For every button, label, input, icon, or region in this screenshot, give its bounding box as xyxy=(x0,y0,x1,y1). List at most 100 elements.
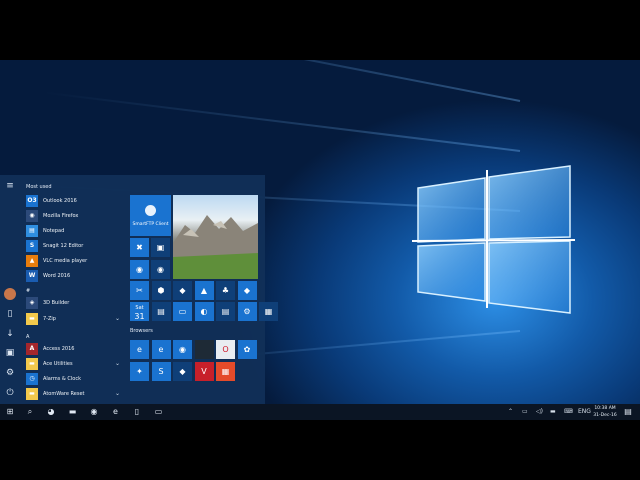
vlc-icon: ▲ xyxy=(26,255,38,267)
tile-app-row2-1[interactable]: ◉ xyxy=(130,260,149,279)
snagit-icon: S xyxy=(26,240,38,252)
app-list-item[interactable]: ◉ Mozilla Firefox xyxy=(26,210,122,223)
section-header-a: A xyxy=(26,334,30,340)
smartftp-label: SmartFTP Client xyxy=(132,222,169,227)
app-list-item[interactable]: ▬ AtomWare Reset ⌄ xyxy=(26,388,122,401)
smartftp-tile[interactable]: SmartFTP Client xyxy=(130,195,171,236)
word-icon: W xyxy=(26,270,38,282)
app-list-item[interactable]: ▲ VLC media player xyxy=(26,255,122,268)
tray-icon[interactable]: ▬ xyxy=(550,408,556,416)
brow2-tile[interactable]: V xyxy=(194,362,214,381)
start-button-icon[interactable]: ⊞ xyxy=(4,406,16,418)
row4-tile[interactable]: ▤ xyxy=(216,302,235,321)
access-icon: A xyxy=(26,343,38,355)
3d-builder-icon: ◈ xyxy=(26,297,38,309)
search-icon[interactable]: ⌕ xyxy=(24,406,36,418)
start-rail: ≡ ▯ ↓ ▣ ⚙ ⏻ xyxy=(0,175,20,404)
taskbar: ⊞ ⌕ ◕ ▬ ◉ e ▯ ▭ ⌃ ▭ ◁) ▬ ⌨ ENG 10:38 AM 31-Dec-16… xyxy=(0,404,640,420)
brow1-tile[interactable]: ◉ xyxy=(173,340,192,359)
app-label: AtomWare Reset xyxy=(43,391,85,397)
folder-icon: ▬ xyxy=(26,358,38,370)
brow1-tile[interactable] xyxy=(194,340,214,359)
app-list-item[interactable]: S Snagit 12 Editor xyxy=(26,240,122,253)
language-indicator[interactable]: ENG xyxy=(578,408,591,416)
tile-app-row1-1[interactable]: ✖ xyxy=(130,238,149,257)
brow1-tile[interactable]: e xyxy=(130,340,149,359)
app-list-item[interactable]: ▤ Notepad xyxy=(26,225,122,238)
row3-tile[interactable]: ✂ xyxy=(130,281,149,300)
downloads-icon[interactable]: ↓ xyxy=(4,328,16,340)
chevron-down-icon[interactable]: ⌄ xyxy=(115,314,120,324)
brow1-tile[interactable]: ✿ xyxy=(237,340,257,359)
app-list-item[interactable]: ◷ Alarms & Clock xyxy=(26,373,122,386)
screen: ≡ ▯ ↓ ▣ ⚙ ⏻ Most used O3 Outlook 2016 ◉ Moz… xyxy=(0,0,640,480)
clock[interactable]: 10:38 AM 31-Dec-16 xyxy=(590,405,620,419)
row3-tile[interactable]: ⬢ xyxy=(151,281,171,300)
taskbar-pinned-app-icon[interactable]: ◉ xyxy=(88,406,100,418)
pictures-icon[interactable]: ▣ xyxy=(4,347,16,359)
clock-time: 10:38 AM xyxy=(594,406,616,411)
app-label: Alarms & Clock xyxy=(43,376,81,382)
row4-tile[interactable]: ◐ xyxy=(194,302,214,321)
taskbar-pinned-app-icon[interactable]: ▭ xyxy=(153,406,165,418)
chevron-down-icon[interactable]: ⌄ xyxy=(115,359,120,369)
photos-tile[interactable] xyxy=(173,195,258,279)
hamburger-menu-icon[interactable]: ≡ xyxy=(4,180,16,192)
app-label: 3D Builder xyxy=(43,300,70,306)
mountain-photo-image xyxy=(173,215,258,279)
row3-tile[interactable]: ▲ xyxy=(194,281,214,300)
brow1-tile[interactable]: e xyxy=(151,340,171,359)
row3-tile[interactable]: ◆ xyxy=(237,281,257,300)
app-label: Outlook 2016 xyxy=(43,198,77,204)
app-label: Ace Utilities xyxy=(43,361,73,367)
brow2-tile[interactable]: ✦ xyxy=(130,362,149,381)
app-list-item[interactable]: W Word 2016 xyxy=(26,270,122,283)
app-list-item[interactable]: ▬ 7-Zip ⌄ xyxy=(26,313,122,326)
row4-tile[interactable]: ▭ xyxy=(173,302,192,321)
taskbar-pinned-app-icon[interactable]: ◕ xyxy=(45,406,57,418)
tile-app-row2-2[interactable]: ◉ xyxy=(151,260,170,279)
calendar-day: Sat xyxy=(135,305,144,311)
folder-icon: ▬ xyxy=(26,388,38,400)
tray-icon[interactable]: ⌃ xyxy=(508,408,513,416)
browsers-group-header: Browsers xyxy=(130,328,153,334)
app-list-item[interactable]: ▬ Ace Utilities ⌄ xyxy=(26,358,122,371)
chevron-down-icon[interactable]: ⌄ xyxy=(115,389,120,399)
settings-icon[interactable]: ⚙ xyxy=(4,367,16,379)
folder-icon: ▬ xyxy=(26,313,38,325)
app-list-item[interactable]: O3 Outlook 2016 xyxy=(26,195,122,208)
row3-tile[interactable]: ♣ xyxy=(216,281,235,300)
tray-icon[interactable]: ◁) xyxy=(536,408,543,416)
notification-center-icon[interactable]: ▤ xyxy=(622,406,634,418)
calendar-tile[interactable]: Sat 31 xyxy=(130,302,149,321)
brow2-tile[interactable]: ▦ xyxy=(216,362,235,381)
row3-tile[interactable]: ◆ xyxy=(173,281,192,300)
app-label: Notepad xyxy=(43,228,65,234)
app-label: 7-Zip xyxy=(43,316,56,322)
user-avatar[interactable] xyxy=(4,288,16,300)
brow1-tile[interactable]: O xyxy=(216,340,235,359)
documents-icon[interactable]: ▯ xyxy=(4,308,16,320)
app-label: Access 2016 xyxy=(43,346,75,352)
section-header-hash: # xyxy=(26,288,31,294)
row4-tile[interactable]: ▦ xyxy=(259,302,278,321)
brow2-tile[interactable]: S xyxy=(151,362,171,381)
power-icon[interactable]: ⏻ xyxy=(4,387,16,399)
notepad-icon: ▤ xyxy=(26,225,38,237)
app-list-item[interactable]: A Access 2016 xyxy=(26,343,122,356)
taskbar-pinned-app-icon[interactable]: ▬ xyxy=(67,406,79,418)
row4-tile[interactable]: ▤ xyxy=(151,302,171,321)
app-label: VLC media player xyxy=(43,258,88,264)
smartftp-icon xyxy=(145,205,156,216)
clock-date: 31-Dec-16 xyxy=(593,413,617,418)
taskbar-pinned-app-icon[interactable]: e xyxy=(110,406,122,418)
app-list-item[interactable]: ◈ 3D Builder xyxy=(26,297,122,310)
brow2-tile[interactable]: ◆ xyxy=(173,362,192,381)
taskbar-pinned-app-icon[interactable]: ▯ xyxy=(131,406,143,418)
tray-icon[interactable]: ⌨ xyxy=(564,408,573,416)
calendar-date: 31 xyxy=(134,312,145,321)
row4-tile[interactable]: ⚙ xyxy=(237,302,257,321)
app-label: Mozilla Firefox xyxy=(43,213,79,219)
tray-icon[interactable]: ▭ xyxy=(522,408,528,416)
tile-app-row1-2[interactable]: ▣ xyxy=(151,238,170,257)
